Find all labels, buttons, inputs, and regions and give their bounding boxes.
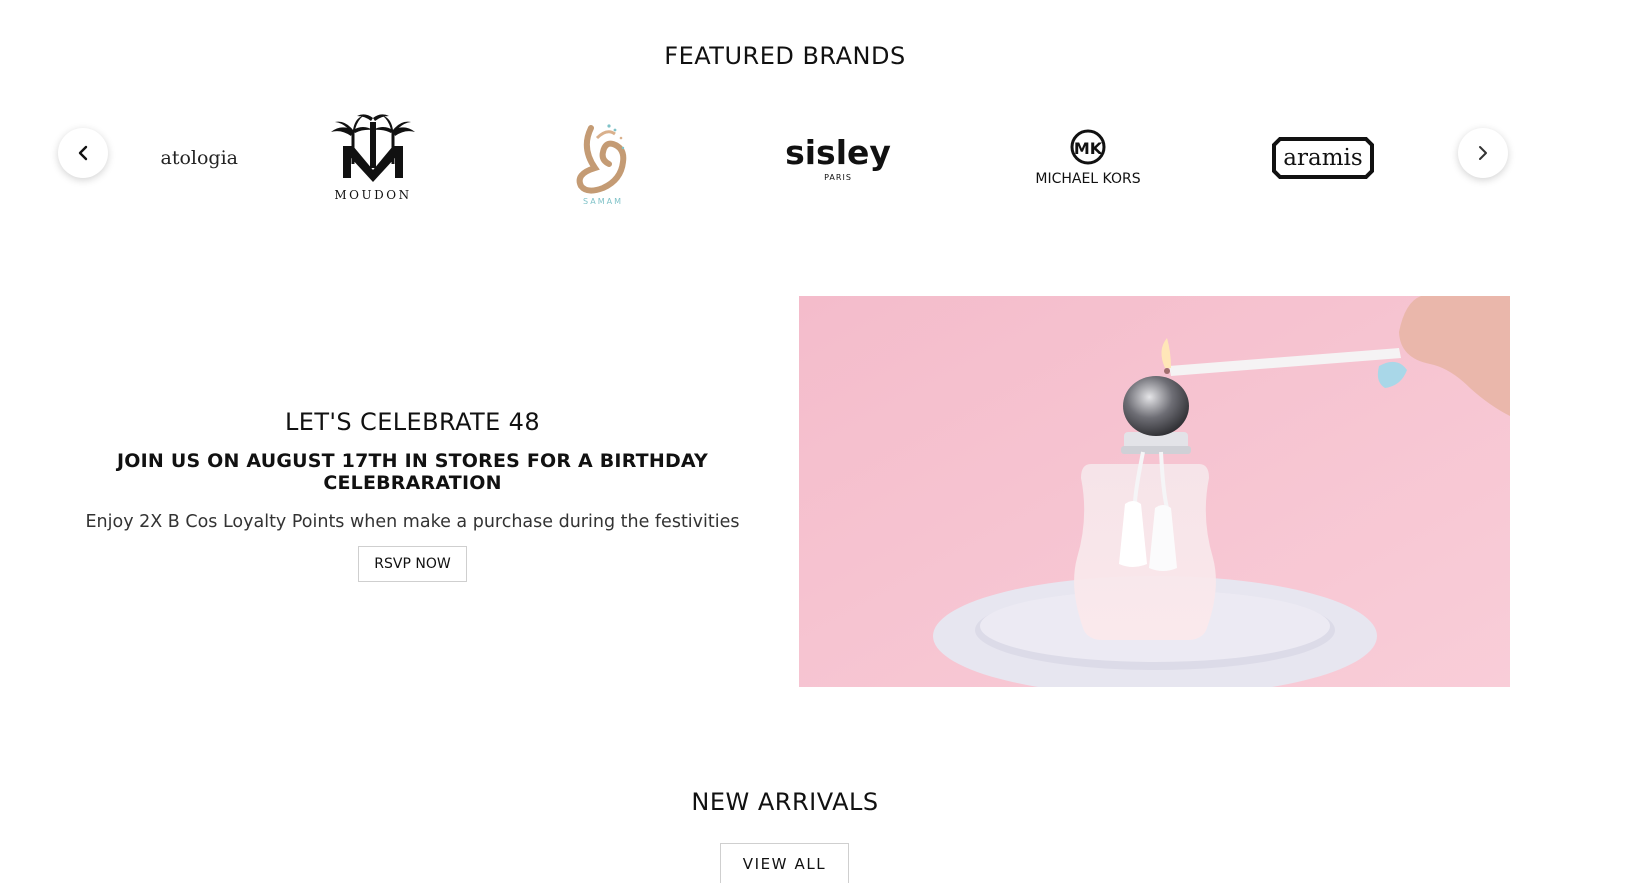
- brand-logo-michael-kors[interactable]: MK MICHAEL KORS: [1013, 108, 1163, 208]
- featured-brands-title: FEATURED BRANDS: [664, 42, 906, 70]
- moudon-logo-text: MOUDON: [334, 188, 411, 202]
- rsvp-button[interactable]: RSVP NOW: [358, 546, 467, 582]
- sisley-logo-sub: PARIS: [824, 173, 852, 182]
- michael-kors-logo-text: MICHAEL KORS: [1035, 171, 1140, 187]
- brand-logo-moudon[interactable]: MOUDON: [308, 108, 438, 208]
- samam-logo: SAMAM: [576, 124, 627, 206]
- perfume-candle-image: [799, 296, 1510, 687]
- michael-kors-logo: MK MICHAEL KORS: [1035, 129, 1141, 187]
- view-all-button[interactable]: VIEW ALL: [720, 843, 849, 883]
- samam-logo-text: SAMAM: [583, 197, 623, 206]
- new-arrivals-title: NEW ARRIVALS: [691, 788, 879, 816]
- promo-description: Enjoy 2X B Cos Loyalty Points when make …: [85, 512, 740, 532]
- carousel-next-button[interactable]: [1458, 128, 1508, 178]
- brand-logo-atologia-text: atologia: [160, 147, 238, 169]
- brand-logo-atologia[interactable]: atologia: [98, 108, 238, 208]
- aramis-logo-text: aramis: [1283, 145, 1362, 171]
- michael-kors-monogram: MK: [1074, 139, 1103, 158]
- promo-image[interactable]: [799, 296, 1510, 687]
- promo-heading: LET'S CELEBRATE 48: [284, 408, 541, 436]
- carousel-prev-button[interactable]: [58, 128, 108, 178]
- brand-logo-aramis[interactable]: aramis: [1263, 108, 1383, 208]
- chevron-left-icon: [78, 145, 88, 161]
- brand-logo-sisley[interactable]: sisley PARIS: [768, 108, 908, 208]
- aramis-logo: aramis: [1272, 137, 1374, 179]
- promo-subheading: JOIN US ON AUGUST 17TH IN STORES FOR A B…: [117, 450, 708, 494]
- sisley-logo: sisley PARIS: [785, 133, 891, 182]
- brand-logo-samam[interactable]: SAMAM: [548, 108, 658, 208]
- sisley-logo-text: sisley: [785, 133, 891, 172]
- brand-carousel: atologia MOUDON SAMAM sisley PARIS MK MI…: [58, 100, 1510, 215]
- chevron-right-icon: [1479, 146, 1487, 160]
- moudon-logo: MOUDON: [331, 114, 415, 202]
- promo-text-block: LET'S CELEBRATE 48 JOIN US ON AUGUST 17T…: [40, 408, 785, 582]
